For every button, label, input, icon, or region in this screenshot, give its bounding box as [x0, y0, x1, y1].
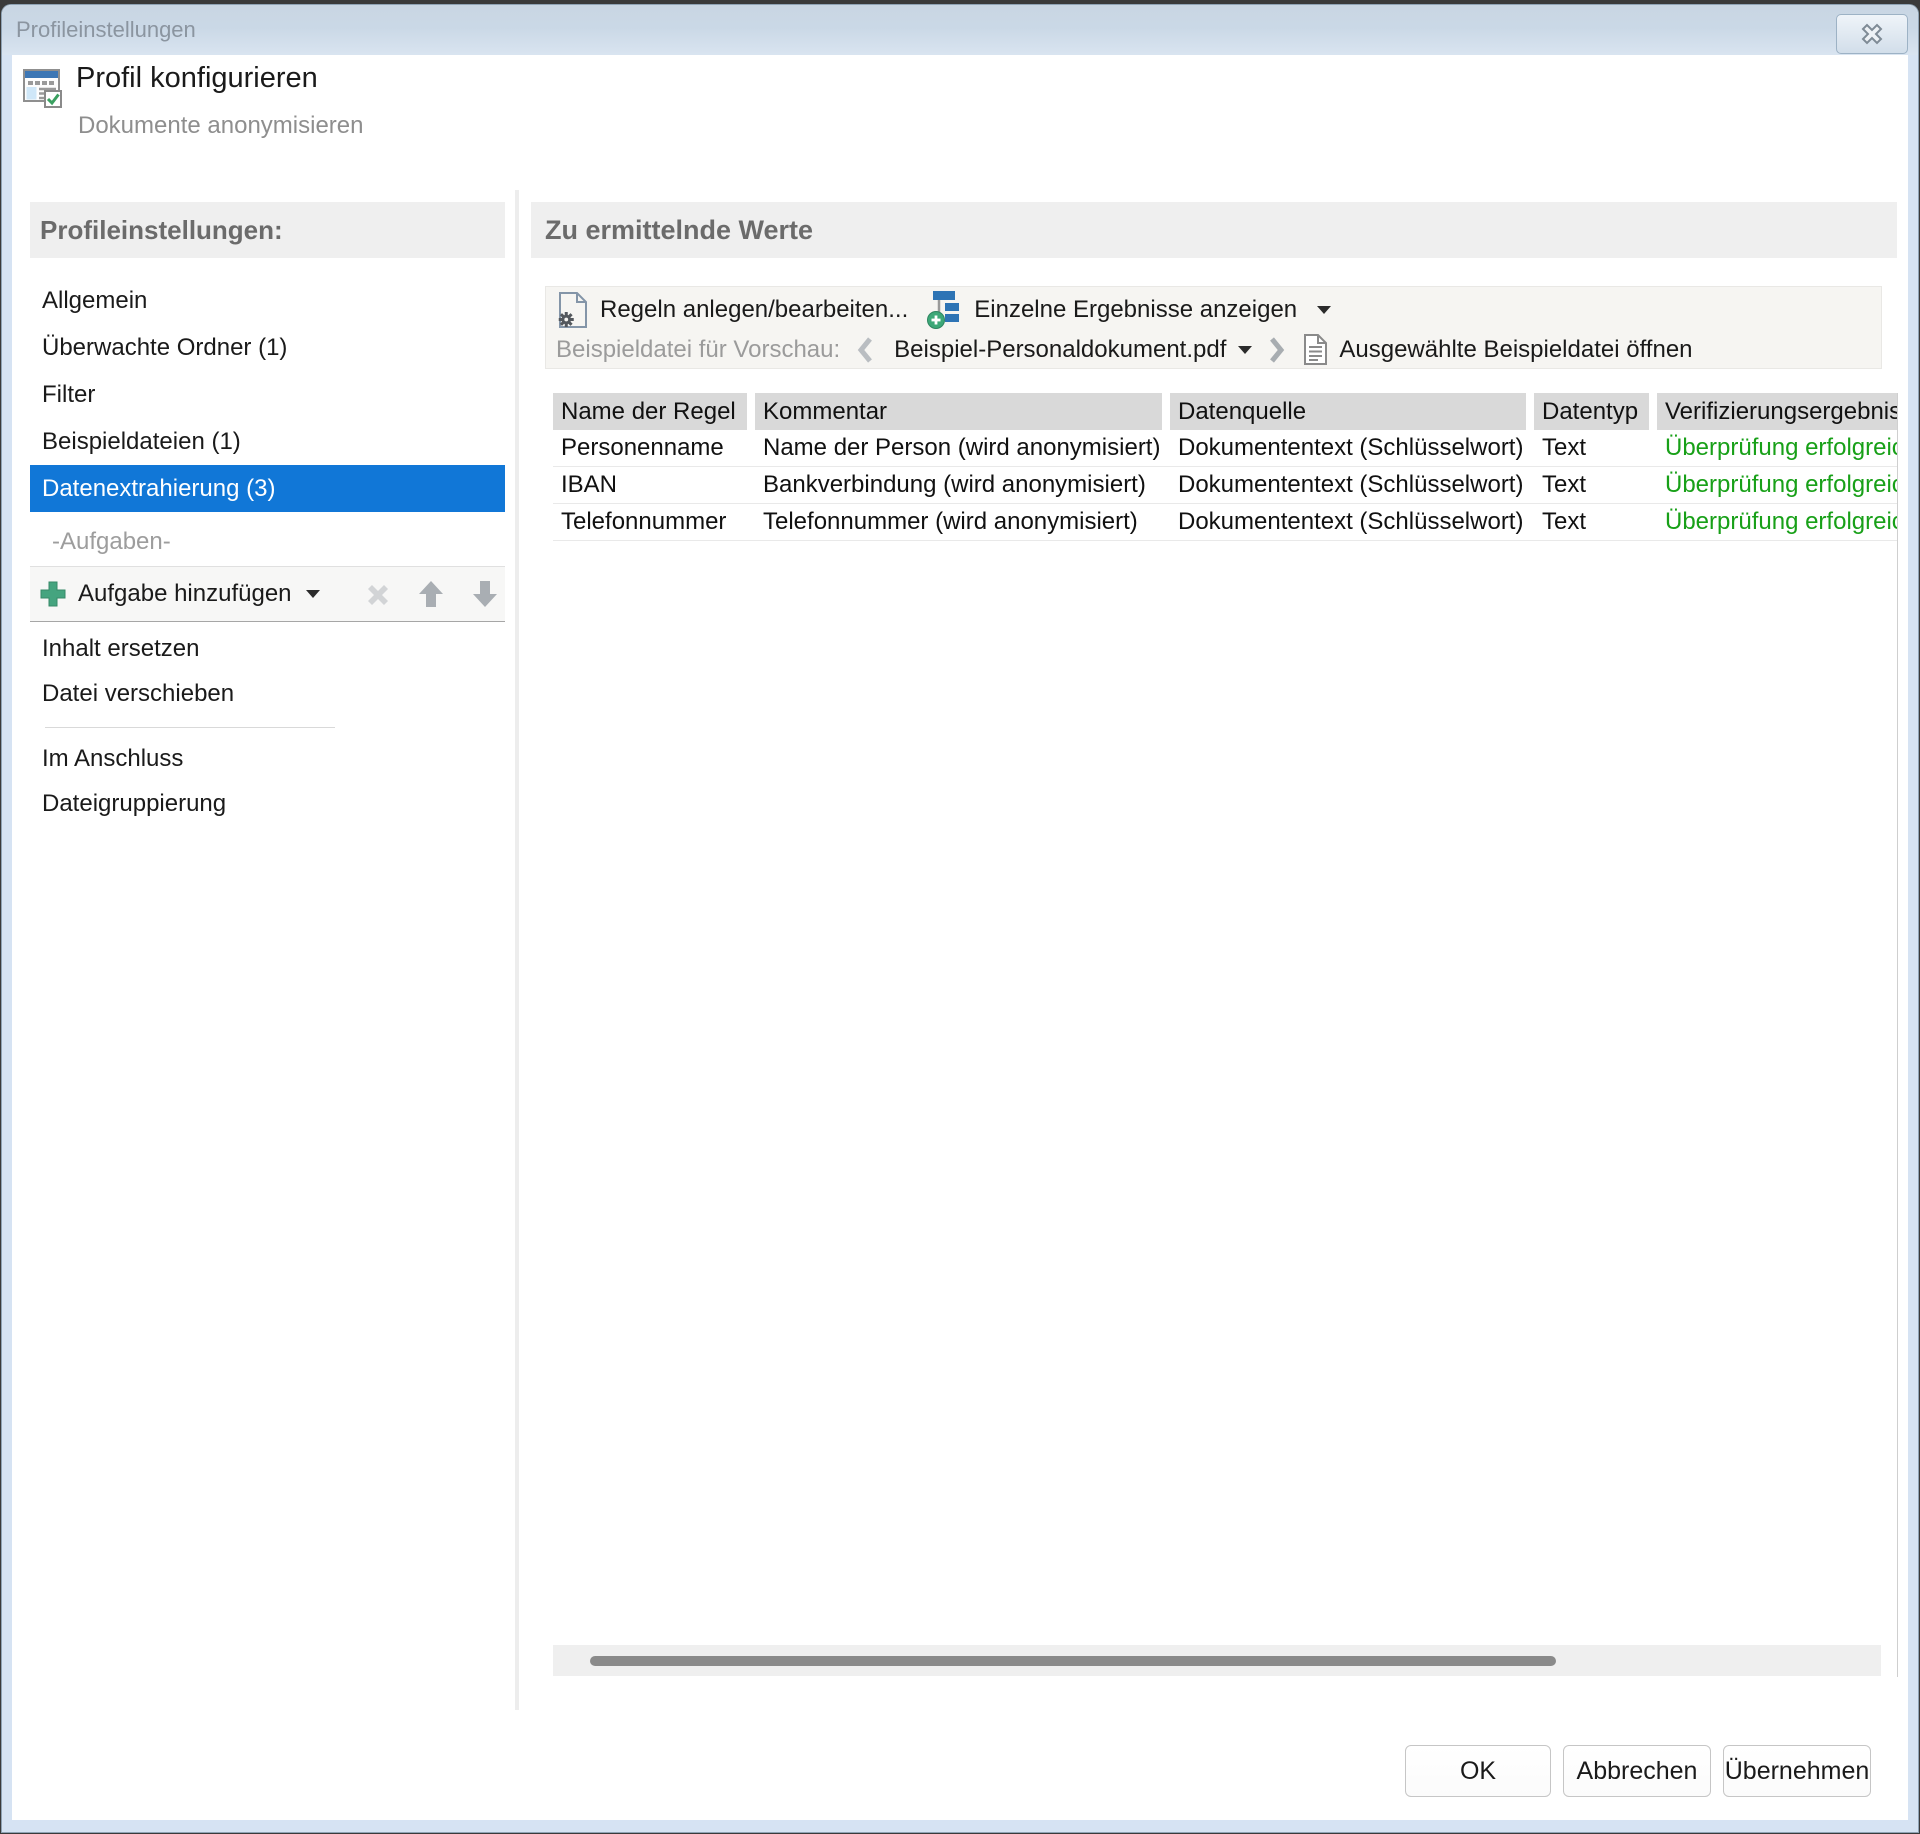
edit-rules-button[interactable]: Regeln anlegen/bearbeiten...	[600, 296, 908, 324]
next-file-icon[interactable]	[1268, 335, 1286, 365]
after-list: Im Anschluss Dateigruppierung	[30, 736, 505, 826]
cell-rule-name: Personenname	[553, 430, 747, 466]
main-heading: Zu ermittelnde Werte	[531, 202, 1897, 258]
move-down-icon[interactable]	[468, 578, 502, 610]
add-task-button[interactable]: Aufgabe hinzufügen	[78, 580, 292, 608]
page-title: Profil konfigurieren	[76, 62, 318, 95]
delete-task-icon[interactable]	[362, 579, 394, 609]
cell-comment: Telefonnummer (wird anonymisiert)	[755, 504, 1162, 540]
cell-type: Text	[1534, 504, 1649, 540]
cell-rule-name: IBAN	[553, 467, 747, 503]
task-list: Inhalt ersetzen Datei verschieben	[30, 626, 505, 716]
sidebar-item-datenextrahierung[interactable]: Datenextrahierung (3)	[30, 465, 505, 512]
sidebar-item-im-anschluss[interactable]: Im Anschluss	[30, 736, 505, 781]
add-icon	[38, 579, 68, 609]
tasks-group-heading: -Aufgaben-	[30, 520, 171, 564]
table-body: Personenname Name der Person (wird anony…	[553, 430, 1897, 541]
scrollbar-thumb[interactable]	[590, 1656, 1556, 1666]
sidebar-heading: Profileinstellungen:	[30, 202, 505, 258]
horizontal-scrollbar[interactable]	[553, 1645, 1881, 1676]
grid-right-border	[1897, 393, 1898, 1677]
task-toolbar: Aufgabe hinzufügen	[30, 566, 505, 622]
show-results-button[interactable]: Einzelne Ergebnisse anzeigen	[974, 296, 1297, 324]
cell-comment: Name der Person (wird anonymisiert)	[755, 430, 1162, 466]
cell-source: Dokumententext (Schlüsselwort)	[1170, 430, 1526, 466]
table-row[interactable]: IBAN Bankverbindung (wird anonymisiert) …	[553, 467, 1897, 504]
column-header-name[interactable]: Name der Regel	[553, 393, 747, 430]
cell-source: Dokumententext (Schlüsselwort)	[1170, 467, 1526, 503]
column-header-kommentar[interactable]: Kommentar	[755, 393, 1162, 430]
chevron-down-icon[interactable]	[1317, 306, 1331, 314]
open-sample-file-button[interactable]: Ausgewählte Beispieldatei öffnen	[1339, 336, 1692, 364]
sidebar-divider	[45, 727, 335, 728]
panel-divider	[515, 190, 519, 1710]
content-layer: Profil konfigurieren Dokumente anonymisi…	[0, 0, 1920, 1834]
chevron-down-icon[interactable]	[306, 590, 320, 598]
cell-type: Text	[1534, 467, 1649, 503]
task-item-datei-verschieben[interactable]: Datei verschieben	[30, 671, 505, 716]
cancel-button[interactable]: Abbrechen	[1563, 1745, 1711, 1797]
cell-type: Text	[1534, 430, 1649, 466]
cell-source: Dokumententext (Schlüsselwort)	[1170, 504, 1526, 540]
edit-rules-icon	[556, 290, 590, 330]
column-header-verifizierung[interactable]: Verifizierungsergebnis	[1657, 393, 1897, 430]
task-item-inhalt-ersetzen[interactable]: Inhalt ersetzen	[30, 626, 505, 671]
sidebar-item-dateigruppierung[interactable]: Dateigruppierung	[30, 781, 505, 826]
chevron-down-icon[interactable]	[1238, 346, 1252, 354]
cell-rule-name: Telefonnummer	[553, 504, 747, 540]
cell-comment: Bankverbindung (wird anonymisiert)	[755, 467, 1162, 503]
sidebar-item-beispieldateien[interactable]: Beispieldateien (1)	[30, 418, 505, 465]
cell-verification: Überprüfung erfolgreich	[1657, 467, 1897, 503]
preview-file-label: Beispieldatei für Vorschau:	[556, 336, 840, 364]
cell-verification: Überprüfung erfolgreich	[1657, 430, 1897, 466]
table-row[interactable]: Telefonnummer Telefonnummer (wird anonym…	[553, 504, 1897, 541]
sidebar-item-ueberwachte-ordner[interactable]: Überwachte Ordner (1)	[30, 324, 505, 371]
table-row[interactable]: Personenname Name der Person (wird anony…	[553, 430, 1897, 467]
previous-file-icon[interactable]	[856, 335, 874, 365]
apply-button[interactable]: Übernehmen	[1723, 1745, 1871, 1797]
page-subtitle: Dokumente anonymisieren	[78, 112, 363, 140]
table-header: Name der Regel Kommentar Datenquelle Dat…	[553, 393, 1897, 430]
ok-button[interactable]: OK	[1405, 1745, 1551, 1797]
column-header-datenquelle[interactable]: Datenquelle	[1170, 393, 1526, 430]
column-header-datentyp[interactable]: Datentyp	[1534, 393, 1649, 430]
sidebar-item-allgemein[interactable]: Allgemein	[30, 277, 505, 324]
preview-file-dropdown[interactable]: Beispiel-Personaldokument.pdf	[894, 336, 1226, 364]
sidebar-item-filter[interactable]: Filter	[30, 371, 505, 418]
document-icon	[1302, 333, 1329, 366]
show-results-icon	[926, 289, 966, 331]
move-up-icon[interactable]	[414, 578, 448, 610]
values-toolbar: Regeln anlegen/bearbeiten... Einzelne Er…	[545, 286, 1882, 369]
sidebar-nav: Allgemein Überwachte Ordner (1) Filter B…	[30, 277, 505, 512]
profile-window-icon	[18, 64, 66, 112]
cell-verification: Überprüfung erfolgreich	[1657, 504, 1897, 540]
